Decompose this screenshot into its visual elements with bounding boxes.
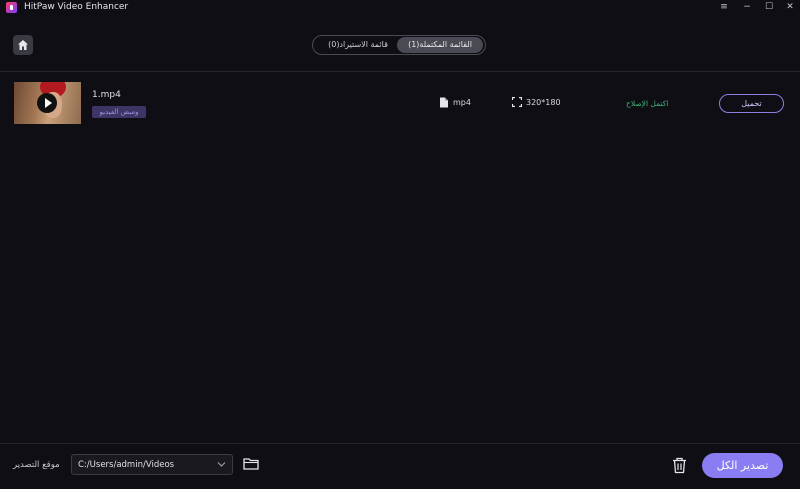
export-all-button[interactable]: تصدير الكل	[702, 453, 783, 478]
close-icon[interactable]: ✕	[783, 1, 797, 14]
resolution-icon	[512, 97, 522, 107]
app-title: HitPaw Video Enhancer	[24, 2, 129, 12]
file-format: mp4	[453, 98, 471, 107]
title-bar: HitPaw Video Enhancer ≡ − ☐ ✕	[0, 0, 800, 15]
chevron-down-icon	[217, 462, 226, 467]
trash-icon[interactable]	[672, 457, 687, 474]
export-location-label: موقع التصدير	[13, 460, 60, 470]
file-resolution: 320*180	[526, 98, 561, 107]
folder-icon[interactable]	[243, 457, 260, 471]
export-path-value: C:/Users/admin/Videos	[78, 460, 175, 470]
download-button[interactable]: تحميل	[719, 94, 784, 113]
minimize-icon[interactable]: −	[740, 1, 754, 14]
file-name: 1.mp4	[92, 90, 121, 100]
tab-completed-list[interactable]: القائمة المكتملة(1)	[397, 37, 483, 53]
header-divider	[0, 71, 800, 72]
tab-import-list[interactable]: قائمة الاستيراد(0)	[319, 37, 397, 53]
file-icon	[440, 97, 448, 108]
home-button[interactable]	[13, 35, 33, 55]
home-icon	[18, 40, 28, 50]
export-path-select[interactable]: C:/Users/admin/Videos	[71, 454, 233, 475]
play-icon[interactable]	[37, 93, 57, 113]
model-tag: ومبض الفيديو	[92, 106, 146, 118]
list-tabs: قائمة الاستيراد(0) القائمة المكتملة(1)	[312, 35, 486, 55]
repair-status: اكتمل الإصلاح	[626, 99, 669, 108]
app-icon	[6, 2, 17, 13]
menu-icon[interactable]: ≡	[717, 1, 731, 14]
footer-divider	[0, 443, 800, 444]
restore-icon[interactable]: ☐	[762, 1, 776, 14]
